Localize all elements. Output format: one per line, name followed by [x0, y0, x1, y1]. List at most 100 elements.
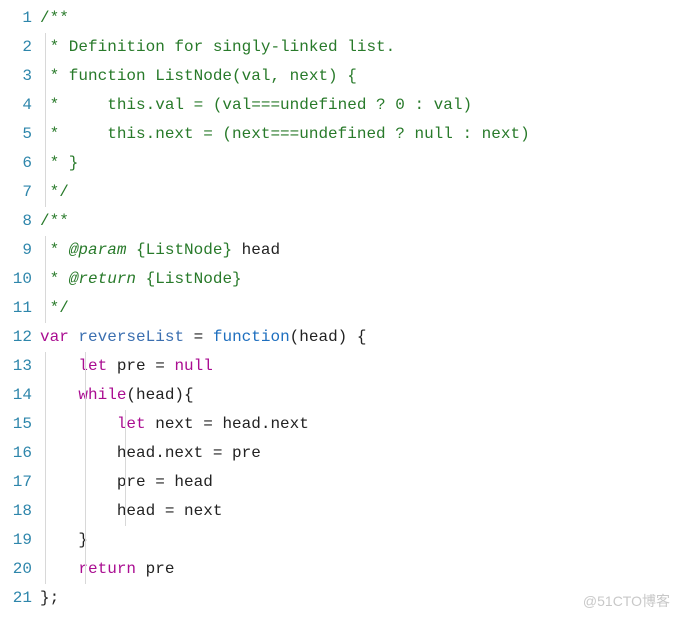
indent-guide — [85, 410, 86, 439]
indent-guide — [85, 555, 86, 584]
line-number: 1 — [0, 4, 32, 33]
line-number: 11 — [0, 294, 32, 323]
line-number: 18 — [0, 497, 32, 526]
code-token: /** — [40, 9, 69, 27]
indent-guide — [85, 526, 86, 555]
code-line: var reverseList = function(head) { — [40, 323, 680, 352]
code-token: return — [78, 560, 136, 578]
code-token: let — [117, 415, 146, 433]
code-line: let pre = null — [40, 352, 680, 381]
code-line: * this.next = (next===undefined ? null :… — [40, 120, 680, 149]
indent-guide — [45, 294, 46, 323]
code-line: head.next = pre — [40, 439, 680, 468]
indent-guide — [45, 265, 46, 294]
code-token: head.next = pre — [40, 444, 261, 462]
code-token — [136, 270, 146, 288]
code-token: } — [40, 531, 88, 549]
indent-guide — [85, 497, 86, 526]
code-token: pre — [136, 560, 174, 578]
code-token: function — [213, 328, 290, 346]
code-line: pre = head — [40, 468, 680, 497]
code-token: @return — [69, 270, 136, 288]
indent-guide — [45, 352, 46, 381]
code-token: next = head.next — [146, 415, 309, 433]
line-number: 4 — [0, 91, 32, 120]
indent-guide — [45, 468, 46, 497]
indent-guide — [45, 236, 46, 265]
code-token: * function ListNode(val, next) { — [40, 67, 357, 85]
code-line: while(head){ — [40, 381, 680, 410]
indent-guide — [45, 91, 46, 120]
indent-guide — [125, 497, 126, 526]
code-token: (head) { — [290, 328, 367, 346]
code-line: * function ListNode(val, next) { — [40, 62, 680, 91]
line-number: 20 — [0, 555, 32, 584]
code-line: * @return {ListNode} — [40, 265, 680, 294]
code-token: pre = — [107, 357, 174, 375]
code-token: {ListNode} — [146, 270, 242, 288]
code-line: head = next — [40, 497, 680, 526]
indent-guide — [45, 526, 46, 555]
code-token: {ListNode} — [136, 241, 232, 259]
indent-guide — [45, 555, 46, 584]
code-token — [126, 241, 136, 259]
indent-guide — [85, 352, 86, 381]
line-number: 19 — [0, 526, 32, 555]
code-line: */ — [40, 178, 680, 207]
code-line: * Definition for singly-linked list. — [40, 33, 680, 62]
code-token: var — [40, 328, 69, 346]
line-number: 3 — [0, 62, 32, 91]
indent-guide — [85, 439, 86, 468]
indent-guide — [45, 497, 46, 526]
code-token: let — [78, 357, 107, 375]
indent-guide — [45, 62, 46, 91]
line-number: 13 — [0, 352, 32, 381]
indent-guide — [45, 120, 46, 149]
code-token: @param — [69, 241, 127, 259]
code-token: * Definition for singly-linked list. — [40, 38, 395, 56]
code-token — [69, 328, 79, 346]
code-line: /** — [40, 207, 680, 236]
code-token — [40, 415, 117, 433]
indent-guide — [45, 439, 46, 468]
code-line: */ — [40, 294, 680, 323]
indent-guide — [45, 178, 46, 207]
line-number: 12 — [0, 323, 32, 352]
code-token: (head){ — [126, 386, 193, 404]
code-token: head — [232, 241, 280, 259]
line-number: 16 — [0, 439, 32, 468]
code-token: null — [174, 357, 212, 375]
code-block: 123456789101112131415161718192021 /** * … — [0, 0, 680, 622]
code-token: * this.next = (next===undefined ? null :… — [40, 125, 530, 143]
code-line: * this.val = (val===undefined ? 0 : val) — [40, 91, 680, 120]
indent-guide — [45, 149, 46, 178]
indent-guide — [45, 381, 46, 410]
indent-guide — [85, 381, 86, 410]
code-token: head = next — [40, 502, 222, 520]
code-token: reverseList — [78, 328, 184, 346]
line-number: 8 — [0, 207, 32, 236]
line-number: 2 — [0, 33, 32, 62]
line-number: 14 — [0, 381, 32, 410]
line-number: 15 — [0, 410, 32, 439]
indent-guide — [125, 468, 126, 497]
code-line: * @param {ListNode} head — [40, 236, 680, 265]
code-line: * } — [40, 149, 680, 178]
indent-guide — [125, 439, 126, 468]
line-number: 9 — [0, 236, 32, 265]
indent-guide — [85, 468, 86, 497]
code-token: pre = head — [40, 473, 213, 491]
code-area: /** * Definition for singly-linked list.… — [40, 4, 680, 622]
line-number: 17 — [0, 468, 32, 497]
indent-guide — [125, 410, 126, 439]
code-token: /** — [40, 212, 69, 230]
line-number: 5 — [0, 120, 32, 149]
code-line: let next = head.next — [40, 410, 680, 439]
code-token: * this.val = (val===undefined ? 0 : val) — [40, 96, 472, 114]
line-number: 7 — [0, 178, 32, 207]
line-number: 21 — [0, 584, 32, 613]
code-line: /** — [40, 4, 680, 33]
watermark: @51CTO博客 — [583, 587, 670, 616]
indent-guide — [45, 410, 46, 439]
code-line: return pre — [40, 555, 680, 584]
